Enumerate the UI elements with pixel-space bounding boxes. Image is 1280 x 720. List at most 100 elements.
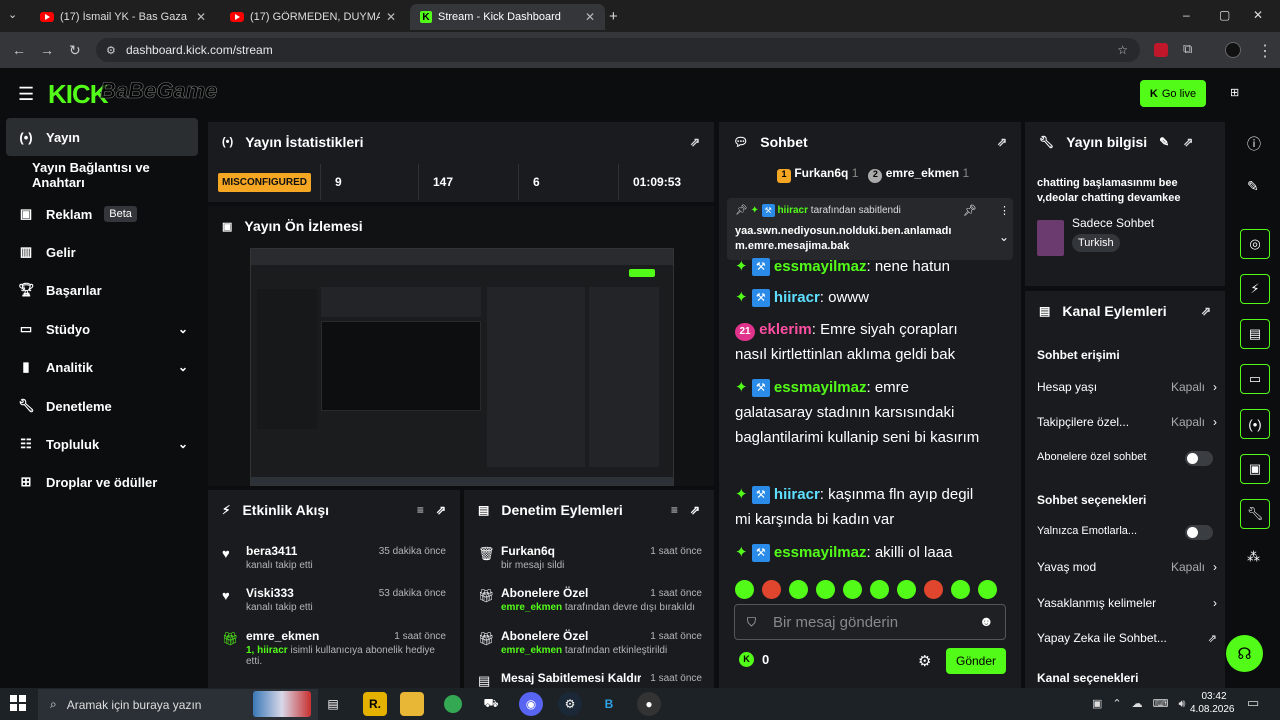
gifter-2[interactable]: 2 emre_ekmen 1 [868,166,969,183]
setting-slow-mode[interactable]: Yavaş mod Kapalı › [1037,560,1217,574]
back-arrow-icon[interactable]: ← [12,42,26,58]
quick-action-document-icon[interactable]: ▤ [1240,319,1270,349]
gifter-1[interactable]: 1 Furkan6q 1 [777,166,858,183]
kick-logo[interactable]: KICK [48,79,109,110]
support-chat-button[interactable]: ☊ [1226,635,1263,672]
popout-icon[interactable]: ⇗ [997,135,1007,149]
site-info-icon[interactable]: ⚙ [106,44,116,57]
chat-username[interactable]: essmayilmaz [774,544,867,561]
app-icon[interactable]: ⛟ [479,692,503,716]
edit-pencil-icon[interactable]: ✎ [1159,135,1169,149]
emote-icon[interactable] [924,580,943,599]
quick-action-lightning-icon[interactable]: ⚡︎ [1240,274,1270,304]
sidebar-item-denetleme[interactable]: 🔧︎ Denetleme [6,387,198,425]
emote-icon[interactable] [735,580,754,599]
setting-ai-chat[interactable]: Yapay Zeka ile Sohbet... ⇗ [1037,631,1217,645]
emote-icon[interactable] [978,580,997,599]
close-window-button[interactable]: ✕ [1253,8,1263,22]
extensions-puzzle-icon[interactable]: ⧉ [1183,41,1192,57]
quick-action-broadcast-icon[interactable]: (•) [1240,409,1270,439]
sidebar-item-studyo[interactable]: ▭ Stüdyo ⌄ [6,310,198,348]
emoji-icon[interactable]: ☻ [979,613,994,629]
more-nodes-icon[interactable]: ⁂ [1247,549,1260,565]
send-button[interactable]: Gönder [946,648,1006,674]
app-b-icon[interactable]: B [597,692,621,716]
browser-menu-icon[interactable]: ⋮ [1257,41,1273,61]
discord-icon[interactable]: ◉ [519,692,543,716]
sidebar-item-reklam[interactable]: ▣ Reklam Beta [6,195,198,233]
sidebar-item-droplar[interactable]: ⊞ Droplar ve ödüller [6,463,198,501]
emote-only-toggle[interactable] [1185,525,1213,540]
filter-icon[interactable]: ≡ [671,503,678,517]
sidebar-item-yayin[interactable]: (•) Yayın [6,118,198,156]
obs-icon[interactable]: ● [637,692,661,716]
emote-icon[interactable] [816,580,835,599]
chat-username[interactable]: essmayilmaz [774,379,867,396]
forward-arrow-icon[interactable]: → [40,42,54,58]
setting-banned-words[interactable]: Yasaklanmış kelimeler › [1037,596,1217,610]
address-bar[interactable]: ⚙ dashboard.kick.com/stream ☆ [96,38,1140,62]
reload-icon[interactable]: ↻ [69,42,81,59]
maximize-button[interactable]: ▢ [1219,8,1230,22]
emote-icon[interactable] [897,580,916,599]
info-icon[interactable]: ⓘ [1247,134,1261,154]
setting-account-age[interactable]: Hesap yaşı Kapalı › [1037,380,1217,394]
subscribers-only-toggle[interactable] [1185,451,1213,466]
tab-search-button[interactable]: ⌄ [8,8,24,24]
windows-start-icon[interactable] [10,695,26,711]
task-view-icon[interactable]: ▤ [321,692,345,716]
hamburger-menu-icon[interactable]: ☰ [18,84,34,105]
chat-username[interactable]: hiiracr [774,486,820,503]
go-live-button[interactable]: K Go live [1140,80,1206,107]
profile-avatar[interactable] [1225,42,1241,58]
emote-icon[interactable] [789,580,808,599]
bookmark-star-icon[interactable]: ☆ [1117,43,1128,57]
setting-followers-only[interactable]: Takipçilere özel... Kapalı › [1037,415,1217,429]
sidebar-item-stream-key[interactable]: Yayın Bağlantısı ve Anahtarı [6,156,198,194]
sidebar-item-topluluk[interactable]: ☷ Topluluk ⌄ [6,425,198,463]
emote-icon[interactable] [870,580,889,599]
category-name[interactable]: Sadece Sohbet [1072,216,1154,230]
sidebar-item-basarilar[interactable]: 🏆︎ Başarılar [6,271,198,309]
browser-tab-3[interactable]: K Stream - Kick Dashboard ✕ [410,4,605,30]
quick-action-layout-icon[interactable]: ▣ [1240,454,1270,484]
chat-username[interactable]: eklerim [759,321,812,338]
category-thumbnail[interactable] [1037,220,1064,256]
sidebar-item-analitik[interactable]: ▮ Analitik ⌄ [6,348,198,386]
close-tab-icon[interactable]: ✕ [196,10,206,24]
clock[interactable]: 03:42 4.08.2026 [1190,690,1235,716]
chevron-down-icon[interactable]: ⌄ [999,230,1009,244]
chat-username[interactable]: hiiracr [774,289,820,306]
close-tab-icon[interactable]: ✕ [386,10,396,24]
tray-icons[interactable]: ▣⌃☁⌨🔊︎ [1092,697,1195,711]
chrome-icon[interactable] [441,692,465,716]
filter-icon[interactable]: ≡ [417,503,424,517]
pinned-message[interactable]: 📌︎ ✦ ⚒ hiiracr tarafından sabitlendi 📌︎ … [727,198,1013,260]
chat-username[interactable]: essmayilmaz [774,258,867,275]
unpin-icon[interactable]: 📌︎ [963,204,977,217]
quick-action-camera-icon[interactable]: ◎ [1240,229,1270,259]
stream-preview-video[interactable] [250,248,674,486]
browser-tab-2[interactable]: (17) GÖRMEDEN, DUYMADAN ✕ [220,4,406,30]
browser-tab-1[interactable]: (17) İsmail YK - Bas Gaza (Offici ✕ [30,4,216,30]
layout-toggle-icon[interactable]: ⊞ [1230,86,1239,99]
notification-icon[interactable]: ▭ [1247,695,1259,711]
more-options-icon[interactable]: ⋮ [999,204,1010,217]
close-tab-icon[interactable]: ✕ [585,10,595,24]
emote-icon[interactable] [762,580,781,599]
emote-icon[interactable] [843,580,862,599]
chat-settings-icon[interactable]: ⚙ [918,652,931,670]
kick-points[interactable]: K 0 [739,652,769,667]
steam-icon[interactable]: ⚙ [558,692,582,716]
new-tab-button[interactable]: + [609,8,618,25]
popout-icon[interactable]: ⇗ [436,503,446,517]
sidebar-item-gelir[interactable]: ▥ Gelir [6,233,198,271]
popout-icon[interactable]: ⇗ [1201,304,1211,318]
pen-icon[interactable]: ✎ [1247,178,1259,195]
popout-icon[interactable]: ⇗ [1183,135,1193,149]
popout-icon[interactable]: ⇗ [690,503,700,517]
app-r-icon[interactable]: R. [363,692,387,716]
popout-icon[interactable]: ⇗ [690,135,700,149]
file-explorer-icon[interactable] [400,692,424,716]
chat-input[interactable]: ⛉ Bir mesaj gönderin ☻ [734,604,1006,640]
